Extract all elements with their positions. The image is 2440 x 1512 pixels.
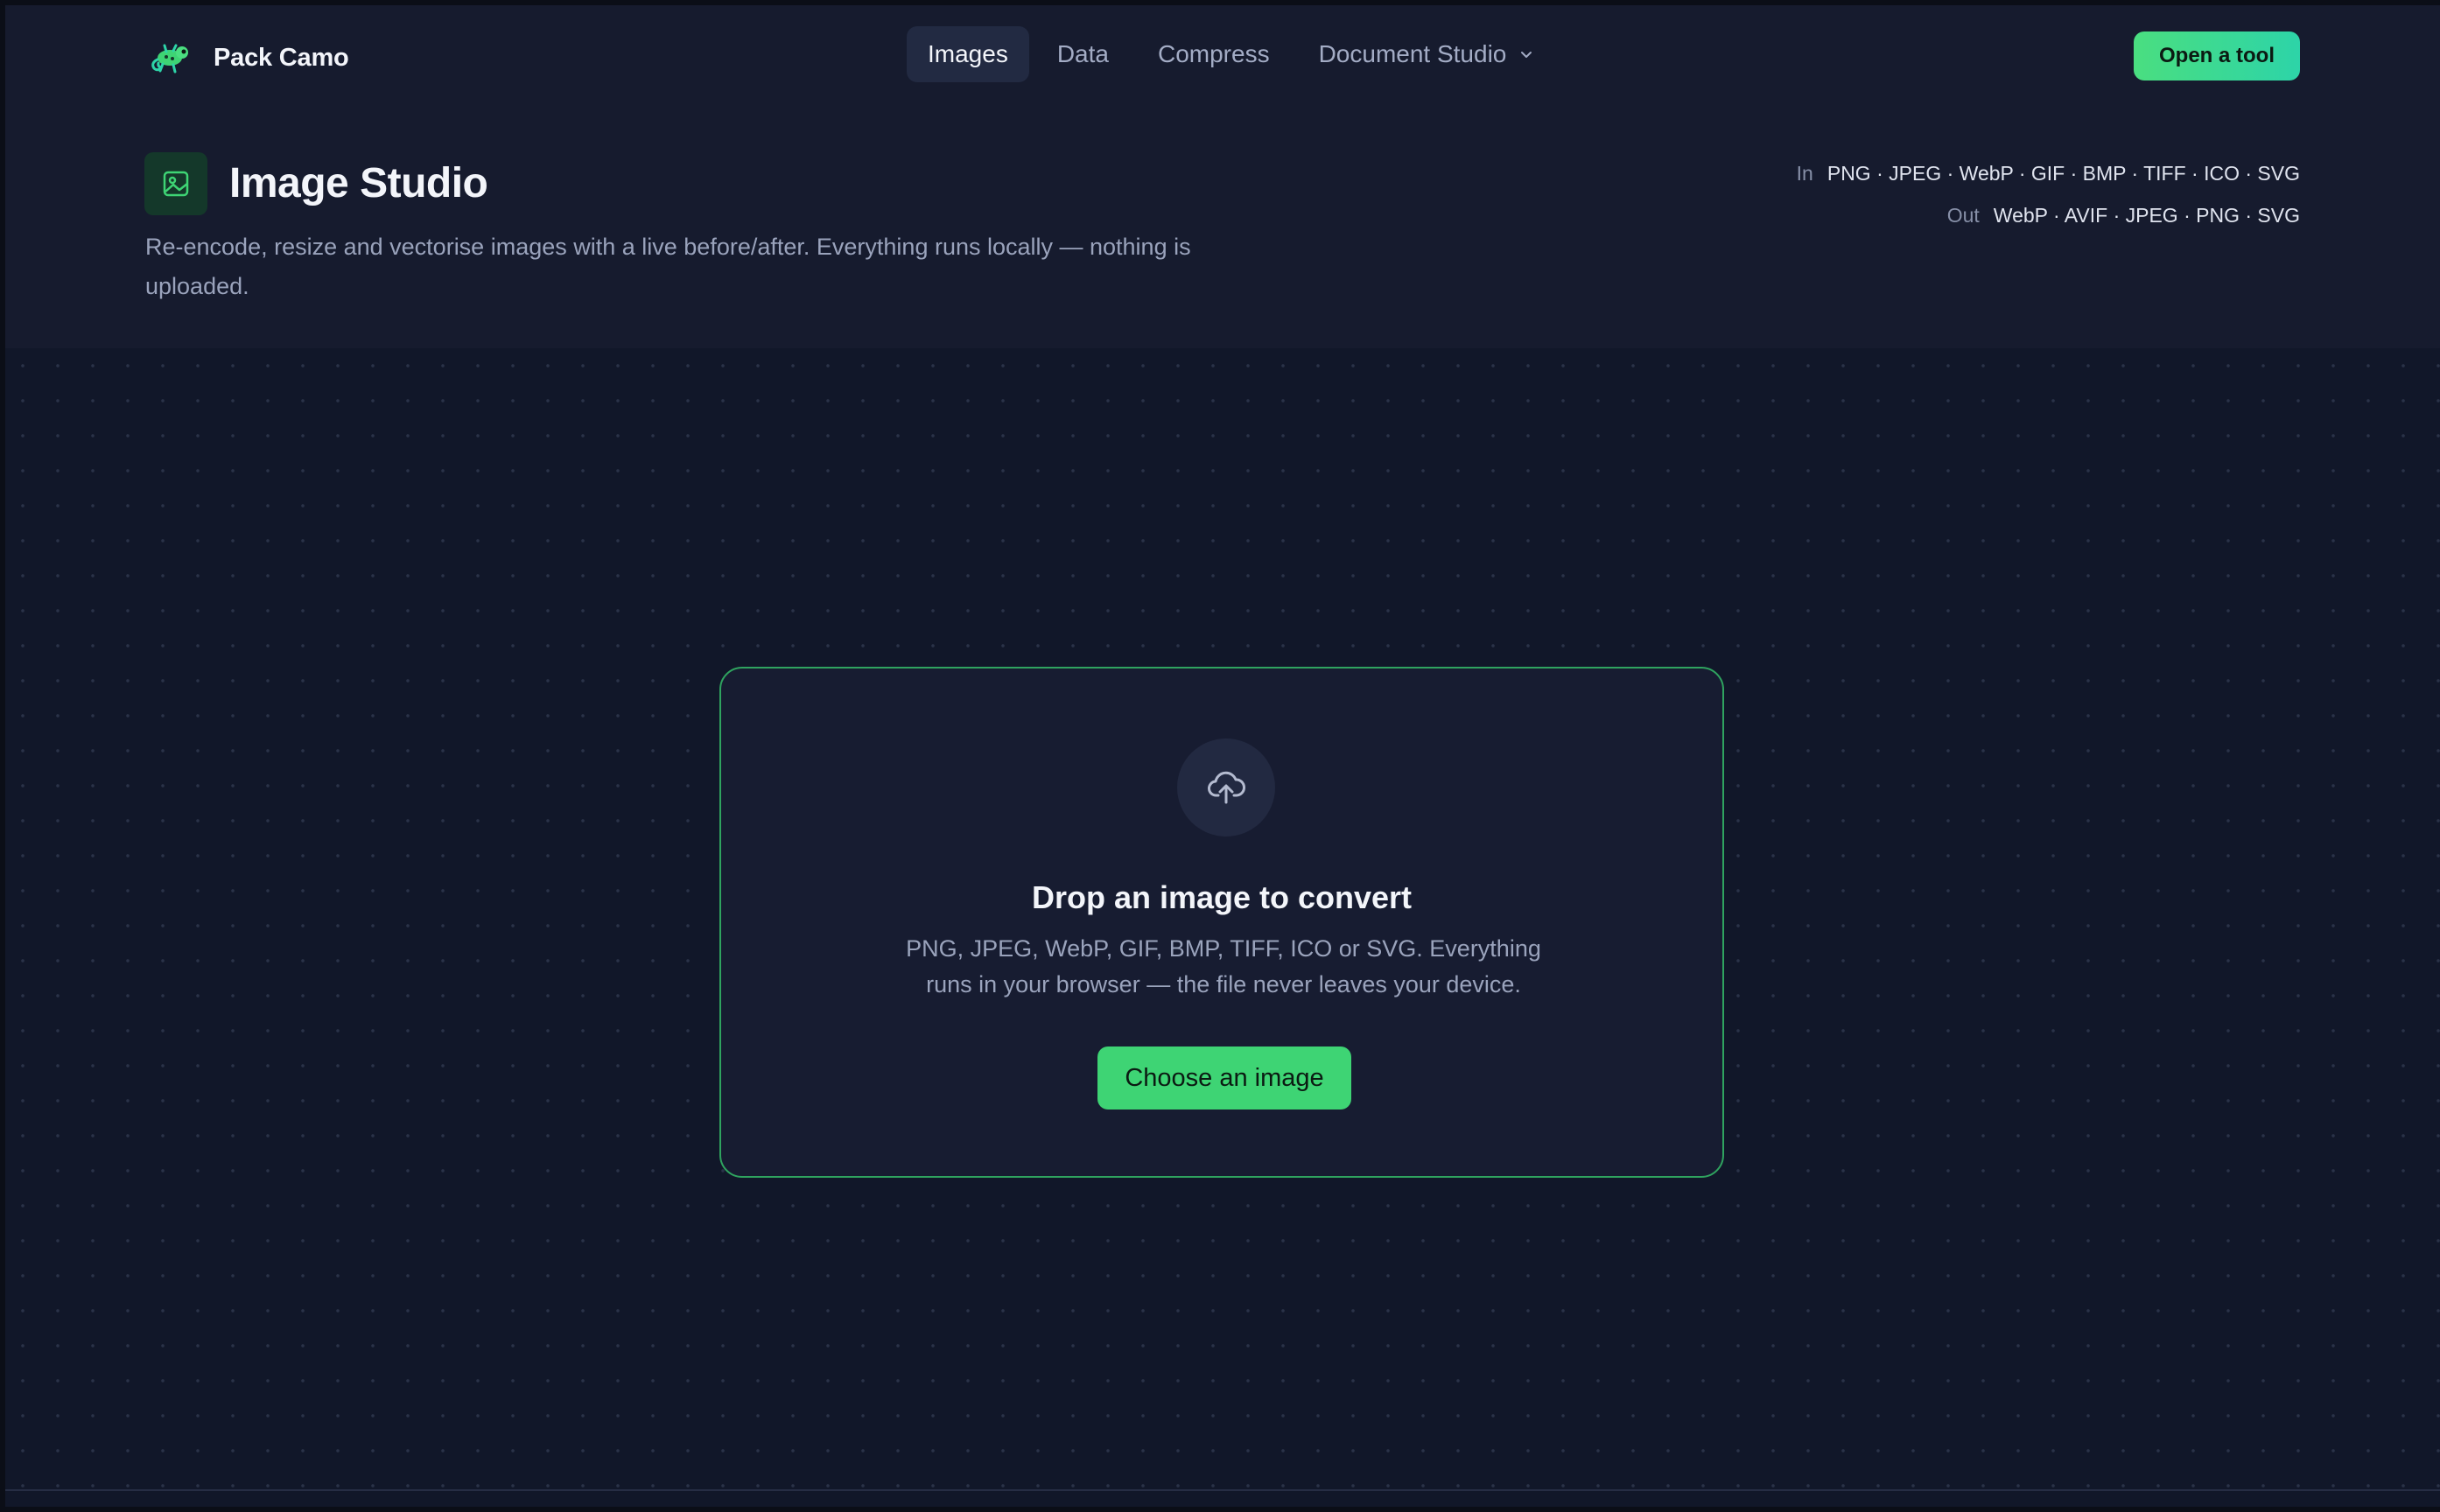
brand-name: Pack Camo	[214, 43, 349, 72]
image-icon	[144, 152, 207, 215]
output-formats-label: Out	[1946, 204, 1980, 227]
input-formats-label: In	[1796, 162, 1813, 185]
cloud-upload-icon	[1177, 738, 1275, 836]
chameleon-logo-icon	[145, 35, 194, 80]
output-formats-row: Out WebP · AVIF · JPEG · PNG · SVG	[1797, 194, 2300, 236]
nav-link-document-studio[interactable]: Document Studio	[1298, 26, 1556, 82]
open-a-tool-button[interactable]: Open a tool	[2134, 32, 2300, 80]
chevron-down-icon	[1518, 46, 1534, 62]
nav-link-compress[interactable]: Compress	[1137, 26, 1291, 82]
brand[interactable]: Pack Camo	[145, 35, 349, 80]
page-subtitle: Re-encode, resize and vectorise images w…	[145, 234, 1191, 299]
nav-link-document-studio-label: Document Studio	[1318, 40, 1507, 67]
page-header: Image Studio Re-encode, resize and vecto…	[5, 103, 2440, 350]
input-formats: PNG · JPEG · WebP · GIF · BMP · TIFF · I…	[1826, 162, 2300, 185]
input-formats-row: In PNG · JPEG · WebP · GIF · BMP · TIFF ·…	[1797, 152, 2300, 194]
image-dropzone[interactable]: Drop an image to convert PNG, JPEG, WebP…	[719, 667, 1724, 1178]
format-support: In PNG · JPEG · WebP · GIF · BMP · TIFF ·…	[1797, 152, 2300, 236]
main-area: Drop an image to convert PNG, JPEG, WebP…	[5, 348, 2440, 1494]
nav-link-data[interactable]: Data	[1036, 26, 1130, 82]
page-title: Image Studio	[229, 160, 488, 206]
dropzone-description: PNG, JPEG, WebP, GIF, BMP, TIFF, ICO or …	[906, 935, 1541, 998]
footer-divider	[5, 1489, 2440, 1491]
nav-link-images[interactable]: Images	[907, 26, 1029, 82]
dropzone-title: Drop an image to convert	[1031, 879, 1413, 915]
top-nav: Pack Camo Images Data Compress Document …	[5, 5, 2440, 105]
app-window: Pack Camo Images Data Compress Document …	[5, 5, 2440, 1507]
choose-image-button[interactable]: Choose an image	[1097, 1046, 1351, 1110]
output-formats: WebP · AVIF · JPEG · PNG · SVG	[1993, 204, 2300, 227]
main-nav: Images Data Compress Document Studio	[907, 26, 1562, 82]
